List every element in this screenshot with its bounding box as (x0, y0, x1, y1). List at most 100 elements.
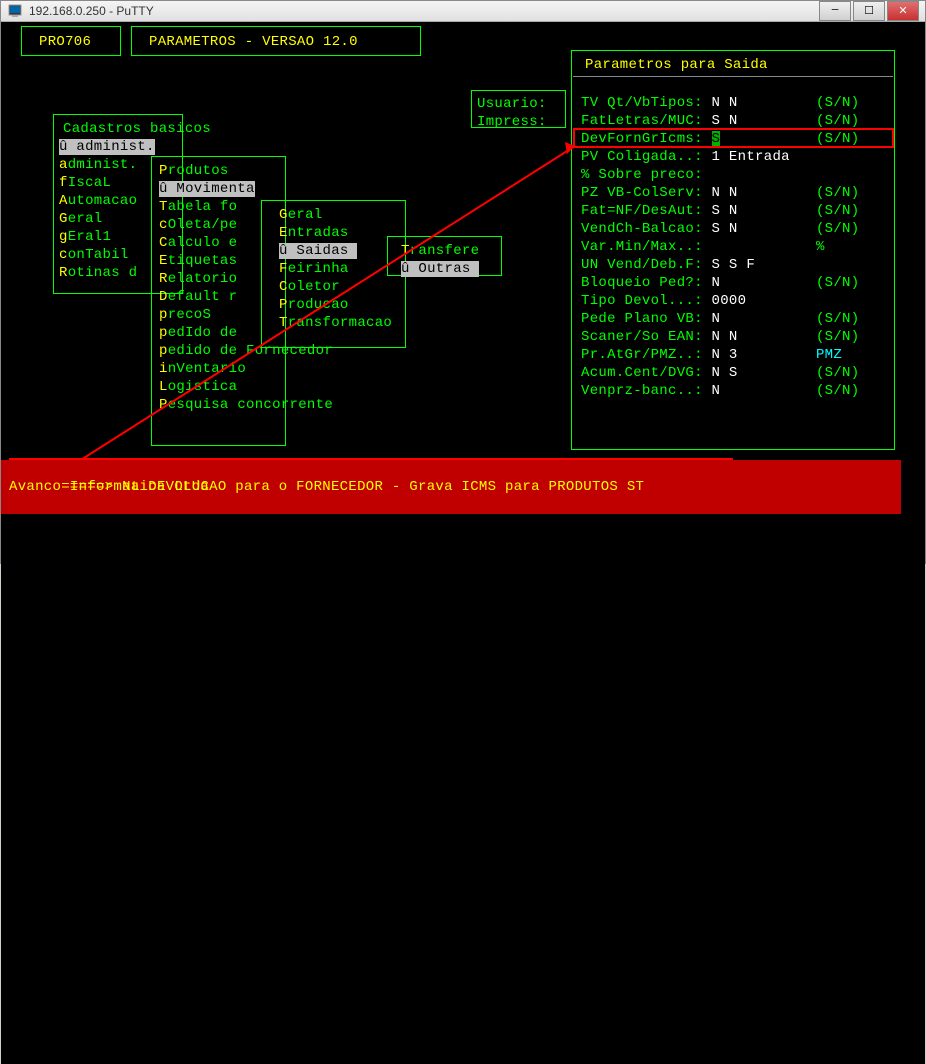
menu2-item[interactable]: Calculo e (159, 234, 237, 252)
menu3-item[interactable]: Producao (279, 296, 349, 314)
param-label: % Sobre preco: (581, 167, 712, 183)
menu3-item[interactable]: Feirinha (279, 260, 349, 278)
menu1-item[interactable]: Geral (59, 210, 103, 228)
panel-title: Parametros para Saida (585, 56, 768, 74)
menu1-item[interactable]: gEral1 (59, 228, 111, 246)
param-row[interactable]: PZ VB-ColServ: N N (S/N) (581, 184, 859, 202)
param-label: Bloqueio Ped?: (581, 275, 712, 291)
param-value: N (712, 275, 721, 291)
param-suffix: (S/N) (816, 311, 860, 327)
param-value: S (712, 131, 721, 147)
putty-window: 192.168.0.250 - PuTTY ─ ☐ ✕ PRO706 PARAM… (0, 0, 926, 564)
param-label: Pr.AtGr/PMZ..: (581, 347, 712, 363)
header-title: PARAMETROS - VERSAO 12.0 (149, 33, 358, 51)
param-label: Tipo Devol...: (581, 293, 712, 309)
menu2-item[interactable]: Pesquisa concorrente (159, 396, 333, 414)
param-suffix: (S/N) (816, 383, 860, 399)
menu1-item[interactable]: û administ. (59, 138, 155, 156)
param-label: Scaner/So EAN: (581, 329, 712, 345)
param-row[interactable]: Tipo Devol...: 0000 (581, 292, 816, 310)
menu2-item[interactable]: cOleta/pe (159, 216, 237, 234)
menu1-item[interactable]: conTabil (59, 246, 129, 264)
menu2-item[interactable]: Tabela fo (159, 198, 237, 216)
param-suffix: (S/N) (816, 329, 860, 345)
param-label: Acum.Cent/DVG: (581, 365, 712, 381)
param-row[interactable]: Acum.Cent/DVG: N S (S/N) (581, 364, 859, 382)
param-row[interactable]: Pede Plano VB: N (S/N) (581, 310, 859, 328)
param-label: VendCh-Balcao: (581, 221, 712, 237)
param-row[interactable]: % Sobre preco: (581, 166, 816, 184)
param-value: N N (712, 95, 738, 111)
param-row[interactable]: Bloqueio Ped?: N (S/N) (581, 274, 859, 292)
param-value: 0000 (712, 293, 747, 309)
putty-icon (7, 3, 23, 19)
menu4-item[interactable]: û Outras (401, 260, 479, 278)
titlebar[interactable]: 192.168.0.250 - PuTTY ─ ☐ ✕ (1, 1, 925, 22)
param-value: S N (712, 203, 738, 219)
menu4-item[interactable]: Transfere (401, 242, 479, 260)
menu3-item[interactable]: Entradas (279, 224, 349, 242)
param-row[interactable]: TV Qt/VbTipos: N N (S/N) (581, 94, 859, 112)
window-title: 192.168.0.250 - PuTTY (29, 4, 817, 18)
menu1-item[interactable]: Automacao (59, 192, 137, 210)
param-suffix: (S/N) (816, 203, 860, 219)
param-row[interactable]: DevFornGrIcms: S (S/N) (581, 130, 859, 148)
param-row[interactable]: Venprz-banc..: N (S/N) (581, 382, 859, 400)
menu2-item[interactable]: precoS (159, 306, 211, 324)
panel-divider (573, 76, 893, 77)
param-label: TV Qt/VbTipos: (581, 95, 712, 111)
param-value: S N (712, 221, 738, 237)
param-value: N (712, 311, 721, 327)
param-row[interactable]: Var.Min/Max..: % (581, 238, 825, 256)
param-row[interactable]: PV Coligada..: 1 Entrada (581, 148, 816, 166)
param-row[interactable]: UN Vend/Deb.F: S S F (581, 256, 816, 274)
minimize-button[interactable]: ─ (819, 1, 851, 21)
usuario-label: Usuario: (477, 95, 547, 113)
menu1-item[interactable]: Rotinas d (59, 264, 137, 282)
menu2-item[interactable]: pedIdo de (159, 324, 237, 342)
param-label: FatLetras/MUC: (581, 113, 712, 129)
param-suffix: (S/N) (816, 131, 860, 147)
menu2-item[interactable]: Logistica (159, 378, 237, 396)
param-label: PZ VB-ColServ: (581, 185, 712, 201)
terminal-area[interactable]: PRO706 PARAMETROS - VERSAO 12.0 Usuario:… (1, 22, 925, 1064)
param-suffix: (S/N) (816, 185, 860, 201)
header-code: PRO706 (39, 33, 91, 51)
param-label: DevFornGrIcms: (581, 131, 712, 147)
menu3-item[interactable]: Transformacao (279, 314, 392, 332)
menu3-item[interactable]: Geral (279, 206, 323, 224)
param-row[interactable]: VendCh-Balcao: S N (S/N) (581, 220, 859, 238)
param-label: PV Coligada..: (581, 149, 712, 165)
param-value: S S F (712, 257, 756, 273)
menu2-item[interactable]: inVentario (159, 360, 246, 378)
param-row[interactable]: Fat=NF/DesAut: S N (S/N) (581, 202, 859, 220)
param-value: N S (712, 365, 738, 381)
menu2-item[interactable]: Produtos (159, 162, 229, 180)
param-suffix: (S/N) (816, 113, 860, 129)
maximize-button[interactable]: ☐ (853, 1, 885, 21)
menu1-item[interactable]: fIscaL (59, 174, 111, 192)
param-label: Fat=NF/DesAut: (581, 203, 712, 219)
menu2-item[interactable]: Etiquetas (159, 252, 237, 270)
param-value: 1 Entrada (712, 149, 790, 165)
menu1-title: Cadastros basicos (63, 120, 211, 138)
param-row[interactable]: FatLetras/MUC: S N (S/N) (581, 112, 859, 130)
param-row[interactable]: Scaner/So EAN: N N (S/N) (581, 328, 859, 346)
menu1-item[interactable]: administ. (59, 156, 137, 174)
param-suffix: (S/N) (816, 95, 860, 111)
param-row[interactable]: Pr.AtGr/PMZ..: N 3 PMZ (581, 346, 842, 364)
menu2-item[interactable]: Relatorio (159, 270, 237, 288)
impress-label: Impress: (477, 113, 547, 131)
param-label: UN Vend/Deb.F: (581, 257, 712, 273)
param-label: Venprz-banc..: (581, 383, 712, 399)
param-value: N (712, 383, 721, 399)
param-suffix: PMZ (816, 347, 842, 363)
menu3-item[interactable]: û Saidas (279, 242, 357, 260)
close-button[interactable]: ✕ (887, 1, 919, 21)
param-label: Var.Min/Max..: (581, 239, 712, 255)
param-suffix: (S/N) (816, 365, 860, 381)
menu2-item[interactable]: Default r (159, 288, 237, 306)
menu2-item[interactable]: û Movimenta (159, 180, 255, 198)
param-label: Pede Plano VB: (581, 311, 712, 327)
menu3-item[interactable]: Coletor (279, 278, 340, 296)
